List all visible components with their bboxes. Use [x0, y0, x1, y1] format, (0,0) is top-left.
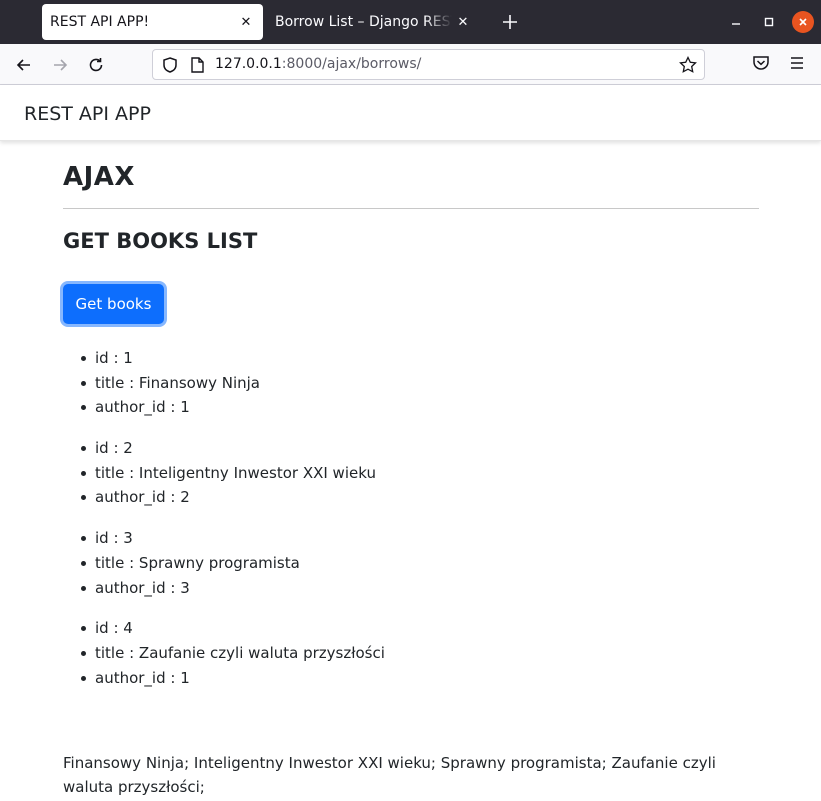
page-title: AJAX [63, 162, 135, 192]
address-bar[interactable]: 127.0.0.1:8000/ajax/borrows/ [152, 49, 705, 80]
close-tab-icon[interactable]: ✕ [235, 11, 257, 33]
new-tab-icon[interactable] [498, 10, 522, 34]
book-list: id : 2 title : Inteligentny Inwestor XXI… [63, 436, 759, 510]
tab-title: REST API APP! [50, 14, 150, 30]
book-title: title : Zaufanie czyli waluta przyszłośc… [63, 641, 759, 666]
shield-icon[interactable] [161, 56, 179, 74]
book-author-id: author_id : 1 [63, 666, 759, 691]
book-id: id : 3 [63, 526, 759, 551]
app-navbar: REST API APP [0, 85, 821, 141]
book-list: id : 1 title : Finansowy Ninja author_id… [63, 346, 759, 420]
book-id: id : 4 [63, 616, 759, 641]
forward-arrow-icon[interactable] [47, 52, 73, 78]
url-path: :8000/ajax/borrows/ [281, 56, 422, 72]
book-author-id: author_id : 2 [63, 485, 759, 510]
section-heading: GET BOOKS LIST [63, 229, 258, 253]
bookmark-star-icon[interactable] [678, 55, 698, 75]
tab-rest-api-app[interactable]: REST API APP! ✕ [42, 4, 263, 40]
page-info-icon[interactable] [189, 56, 205, 74]
get-books-button[interactable]: Get books [63, 284, 164, 324]
url-text: 127.0.0.1:8000/ajax/borrows/ [215, 56, 421, 72]
book-author-id: author_id : 3 [63, 576, 759, 601]
maximize-icon[interactable] [758, 11, 780, 33]
reload-icon[interactable] [83, 52, 109, 78]
book-id: id : 2 [63, 436, 759, 461]
close-tab-icon[interactable]: ✕ [452, 11, 474, 33]
book-title: title : Inteligentny Inwestor XXI wieku [63, 461, 759, 486]
tab-borrow-list[interactable]: Borrow List – Django REST framework ✕ [267, 4, 480, 40]
book-list: id : 4 title : Zaufanie czyli waluta prz… [63, 616, 759, 690]
book-title: title : Finansowy Ninja [63, 371, 759, 396]
hamburger-menu-icon[interactable] [786, 52, 808, 74]
books-container: id : 1 title : Finansowy Ninja author_id… [63, 346, 759, 706]
book-titles-summary: Finansowy Ninja; Inteligentny Inwestor X… [63, 754, 716, 796]
browser-tab-bar: REST API APP! ✕ Borrow List – Django RES… [0, 0, 821, 44]
book-author-id: author_id : 1 [63, 395, 759, 420]
url-host: 127.0.0.1 [215, 56, 282, 72]
tab-title: Borrow List – Django REST framework [275, 14, 452, 30]
back-arrow-icon[interactable] [11, 52, 37, 78]
divider [63, 208, 759, 209]
book-list: id : 3 title : Sprawny programista autho… [63, 526, 759, 600]
brand-link[interactable]: REST API APP [24, 103, 151, 125]
minimize-icon[interactable] [725, 11, 747, 33]
book-id: id : 1 [63, 346, 759, 371]
book-title: title : Sprawny programista [63, 551, 759, 576]
pocket-icon[interactable] [750, 52, 772, 74]
close-window-icon[interactable] [792, 11, 814, 33]
